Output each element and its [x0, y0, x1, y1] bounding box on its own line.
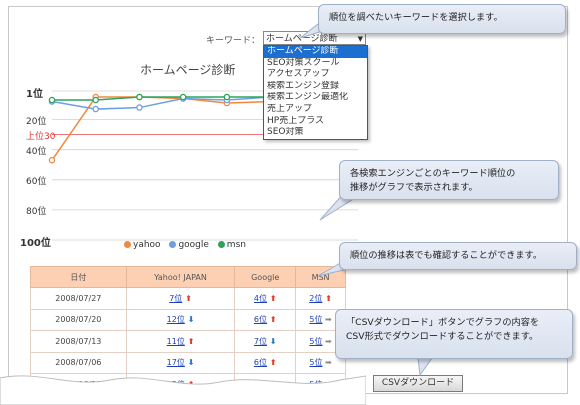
- keyword-option[interactable]: 検索エンジン最適化: [264, 92, 367, 104]
- callout-csv: 「CSVダウンロード」ボタンでグラフの内容を CSV形式でダウンロードすることが…: [335, 309, 573, 359]
- keyword-option[interactable]: SEO対策: [264, 127, 367, 139]
- callout-graph: 各検索エンジンごとのキーワード順位の 推移がグラフで表示されます。: [339, 160, 559, 200]
- keyword-option[interactable]: 検索エンジン登録: [264, 81, 367, 93]
- callout-keyword-text: 順位を調べたいキーワードを選択します。: [329, 12, 503, 23]
- keyword-option[interactable]: 売上アップ: [264, 104, 367, 116]
- keyword-option[interactable]: アクセスアップ: [264, 69, 367, 81]
- callout-csv-line2: CSV形式でダウンロードすることができます。: [346, 331, 539, 342]
- callout-table: 順位の推移は表でも確認することができます。: [339, 242, 577, 270]
- callout-csv-line1: 「CSVダウンロード」ボタンでグラフの内容を: [346, 317, 540, 328]
- callout-keyword: 順位を調べたいキーワードを選択します。: [318, 4, 566, 34]
- keyword-option[interactable]: SEO対策スクール: [264, 58, 367, 70]
- keyword-dropdown[interactable]: ホームページ診断 SEO対策スクール アクセスアップ 検索エンジン登録 検索エンジン最適…: [263, 45, 368, 140]
- callout-table-text: 順位の推移は表でも確認することができます。: [350, 250, 543, 261]
- keyword-option[interactable]: HP売上プラス: [264, 116, 367, 128]
- callout-graph-line1: 各検索エンジンごとのキーワード順位の: [350, 168, 516, 179]
- keyword-option[interactable]: ホームページ診断: [264, 46, 367, 58]
- callout-graph-line2: 推移がグラフで表示されます。: [350, 182, 478, 193]
